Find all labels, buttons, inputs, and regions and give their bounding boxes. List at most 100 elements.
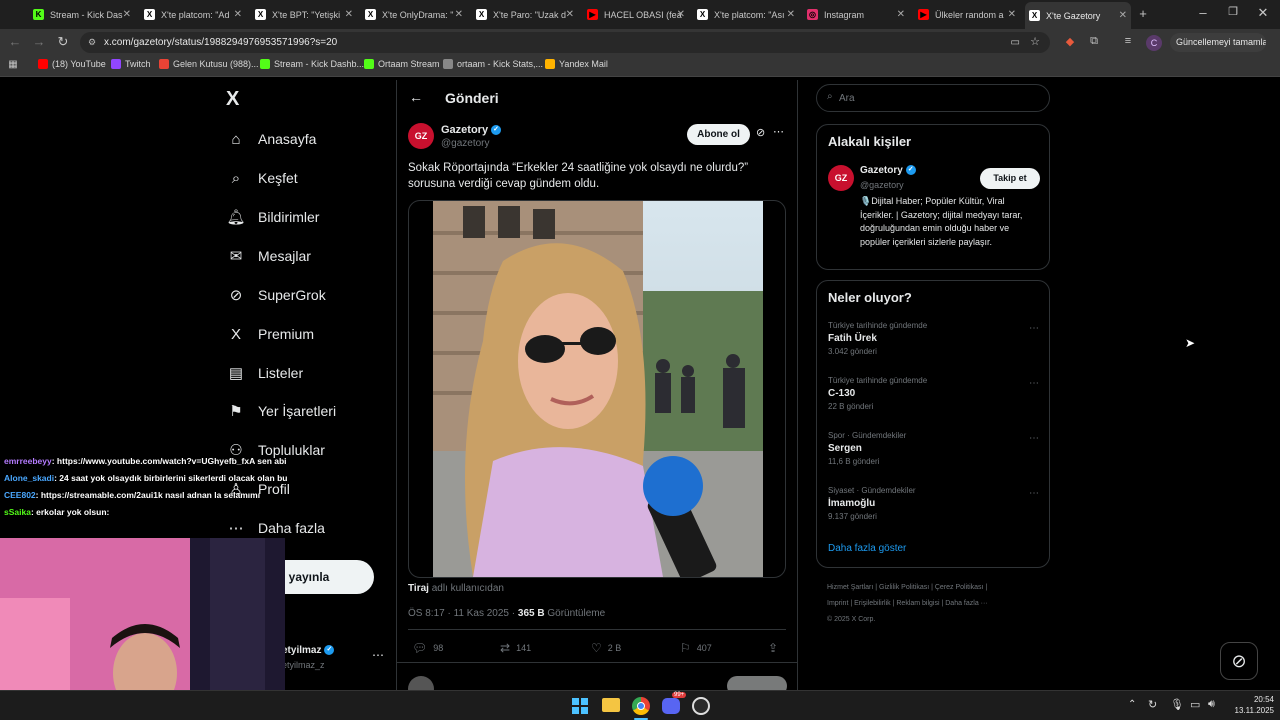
nav-item[interactable]: ⌕ Keşfet <box>226 168 298 188</box>
obs-icon[interactable] <box>692 697 710 715</box>
trend-more-icon[interactable]: ⋯ <box>1029 323 1039 334</box>
browser-tab[interactable]: ▶ Ülkeler random a ✕ <box>914 4 1020 25</box>
browser-tab[interactable]: K Stream - Kick Das ✕ <box>29 4 135 25</box>
tab-close-icon[interactable]: ✕ <box>455 9 463 20</box>
nav-item[interactable]: ⋯ Daha fazla <box>226 518 325 538</box>
display-tray-icon[interactable]: ▭ <box>1190 698 1200 711</box>
bookmark-item[interactable]: Gelen Kutusu (988)... <box>159 59 259 69</box>
browser-tab[interactable]: ▶ HACEL OBASI (fea ✕ <box>583 4 689 25</box>
search-box[interactable]: ⌕ Ara <box>816 84 1050 112</box>
tab-close-icon[interactable]: ✕ <box>897 9 905 20</box>
tab-close-icon[interactable]: ✕ <box>123 9 131 20</box>
minimize-button[interactable]: – <box>1196 5 1210 20</box>
author-handle[interactable]: @gazetory <box>441 138 490 149</box>
post-more-icon[interactable]: ⋯ <box>773 125 784 138</box>
reply-button[interactable]: 💬︎ 98 <box>412 641 443 655</box>
bookmark-item[interactable]: Twitch <box>111 59 151 69</box>
forward-icon[interactable]: → <box>32 34 46 49</box>
share-button[interactable]: ⇪ <box>768 641 784 655</box>
browser-tab[interactable]: X X'te Gazetory ✕ <box>1025 2 1131 29</box>
nav-item[interactable]: ⚑ Yer İşaretleri <box>226 401 336 421</box>
nav-icon: ⌂ <box>231 130 241 148</box>
bookmark-item[interactable]: ortaam - Kick Stats,... <box>443 59 543 69</box>
tab-close-icon[interactable]: ✕ <box>566 9 574 20</box>
new-tab-button[interactable]: + <box>1136 6 1150 21</box>
site-info-icon[interactable]: ⚙ <box>88 32 96 53</box>
x-logo[interactable]: X <box>226 88 239 111</box>
nav-item[interactable]: ⌂ Anasayfa <box>226 129 316 149</box>
bookmark-item[interactable]: (18) YouTube <box>38 59 106 69</box>
tab-close-icon[interactable]: ✕ <box>1119 10 1127 21</box>
like-button[interactable]: ♡ 2 B <box>591 641 621 655</box>
clock[interactable]: 20:54 13.11.2025 <box>1226 694 1274 716</box>
trend-item[interactable]: Siyaset · Gündemdekiler İmamoğlu 9.137 gön… <box>828 486 916 521</box>
author-name[interactable]: Gazetory ✓ <box>441 124 502 136</box>
trend-more-icon[interactable]: ⋯ <box>1029 378 1039 389</box>
volume-tray-icon[interactable]: 🔊︎ <box>1208 698 1215 711</box>
bookmark-star-icon[interactable]: ☆ <box>1030 32 1040 53</box>
subscribe-button[interactable]: Abone ol <box>687 124 750 145</box>
media-control-icon[interactable]: ≡ <box>1121 35 1135 47</box>
grok-icon[interactable]: ⊘ <box>756 126 765 139</box>
chrome-icon[interactable] <box>632 697 650 715</box>
nav-item[interactable]: ▤ Listeler <box>226 363 303 383</box>
footer-line[interactable]: Hizmet Şartları | Gizlilik Politikası | … <box>827 580 1042 596</box>
cast-icon[interactable]: ▭ <box>1011 32 1020 53</box>
tab-close-icon[interactable]: ✕ <box>787 9 795 20</box>
extension-icon[interactable]: ◆ <box>1063 35 1077 48</box>
bookmark-button[interactable]: ⚐ 407 <box>680 641 712 655</box>
account-more-icon[interactable]: ⋯ <box>372 648 384 662</box>
back-arrow-icon[interactable]: ← <box>409 89 423 105</box>
browser-tab[interactable]: X X'te Paro: "Uzak d ✕ <box>472 4 578 25</box>
address-bar[interactable]: ⚙ x.com/gazetory/status/1988294976953571… <box>80 32 1050 53</box>
update-button[interactable]: Güncellemeyi tamamla <box>1170 33 1266 52</box>
credit-name[interactable]: Tiraj <box>408 583 429 594</box>
profile-avatar[interactable]: C <box>1146 35 1162 51</box>
nav-item[interactable]: ⊘ SuperGrok <box>226 285 326 305</box>
show-more-link[interactable]: Daha fazla göster <box>828 543 906 554</box>
discord-icon[interactable] <box>662 698 680 714</box>
browser-tab[interactable]: ◎ Instagram ✕ <box>803 4 909 25</box>
tab-favicon-icon: ◎ <box>807 9 818 20</box>
tab-close-icon[interactable]: ✕ <box>1008 9 1016 20</box>
mic-tray-icon[interactable]: 🎙︎ <box>1170 698 1184 711</box>
trend-item[interactable]: Türkiye tarihinde gündemde Fatih Ürek 3.04… <box>828 321 927 356</box>
close-window-button[interactable]: ✕ <box>1256 5 1270 21</box>
network-tray-icon[interactable]: ↻ <box>1148 698 1157 711</box>
tray-chevron-icon[interactable]: ⌃ <box>1128 699 1136 710</box>
maximize-button[interactable]: ❐ <box>1226 5 1240 18</box>
start-button[interactable] <box>572 698 588 714</box>
nav-item[interactable]: ✉ Mesajlar <box>226 246 311 266</box>
post-time[interactable]: ÖS 8:17 · 11 Kas 2025 · <box>408 608 515 619</box>
reload-icon[interactable]: ↻ <box>56 34 70 50</box>
bookmark-item[interactable]: Ortaam Stream <box>364 59 440 69</box>
bookmark-item[interactable]: Yandex Mail <box>545 59 608 69</box>
trend-item[interactable]: Spor · Gündemdekiler Sergen 11,6 B gönderi <box>828 431 906 466</box>
nav-item[interactable]: 🔔︎ Bildirimler <box>226 207 319 227</box>
tab-close-icon[interactable]: ✕ <box>234 9 242 20</box>
tab-close-icon[interactable]: ✕ <box>345 9 353 20</box>
extensions-puzzle-icon[interactable]: ⧉ <box>1087 35 1101 48</box>
author-avatar[interactable]: GZ <box>408 123 434 149</box>
person-handle[interactable]: @gazetory <box>860 180 904 190</box>
browser-tab[interactable]: X X'te OnlyDrama: " ✕ <box>361 4 467 25</box>
person-name[interactable]: Gazetory ✓ <box>860 165 916 176</box>
apps-grid-icon[interactable]: ▦ <box>6 59 20 70</box>
browser-tab[interactable]: X X'te platcom: "Ası ✕ <box>693 4 799 25</box>
follow-button[interactable]: Takip et <box>980 168 1040 189</box>
trend-item[interactable]: Türkiye tarihinde gündemde C-130 22 B gönd… <box>828 376 927 411</box>
trend-more-icon[interactable]: ⋯ <box>1029 488 1039 499</box>
grok-float-button[interactable]: ⊘ <box>1220 642 1258 680</box>
nav-item[interactable]: X Premium <box>226 324 314 344</box>
bookmark-item[interactable]: Stream - Kick Dashb... <box>260 59 364 69</box>
tab-close-icon[interactable]: ✕ <box>677 9 685 20</box>
browser-tab[interactable]: X X'te platcom: "Ad ✕ <box>140 4 246 25</box>
footer-line[interactable]: Imprint | Erişilebilirlik | Reklam bilgi… <box>827 596 1042 612</box>
trend-more-icon[interactable]: ⋯ <box>1029 433 1039 444</box>
file-explorer-icon[interactable] <box>602 698 620 712</box>
repost-button[interactable]: ⇄ 141 <box>500 641 531 655</box>
back-icon[interactable]: ← <box>8 34 22 49</box>
post-media[interactable] <box>408 200 786 578</box>
person-avatar[interactable]: GZ <box>828 165 854 191</box>
browser-tab[interactable]: X X'te BPT: "Yetişki ✕ <box>251 4 357 25</box>
